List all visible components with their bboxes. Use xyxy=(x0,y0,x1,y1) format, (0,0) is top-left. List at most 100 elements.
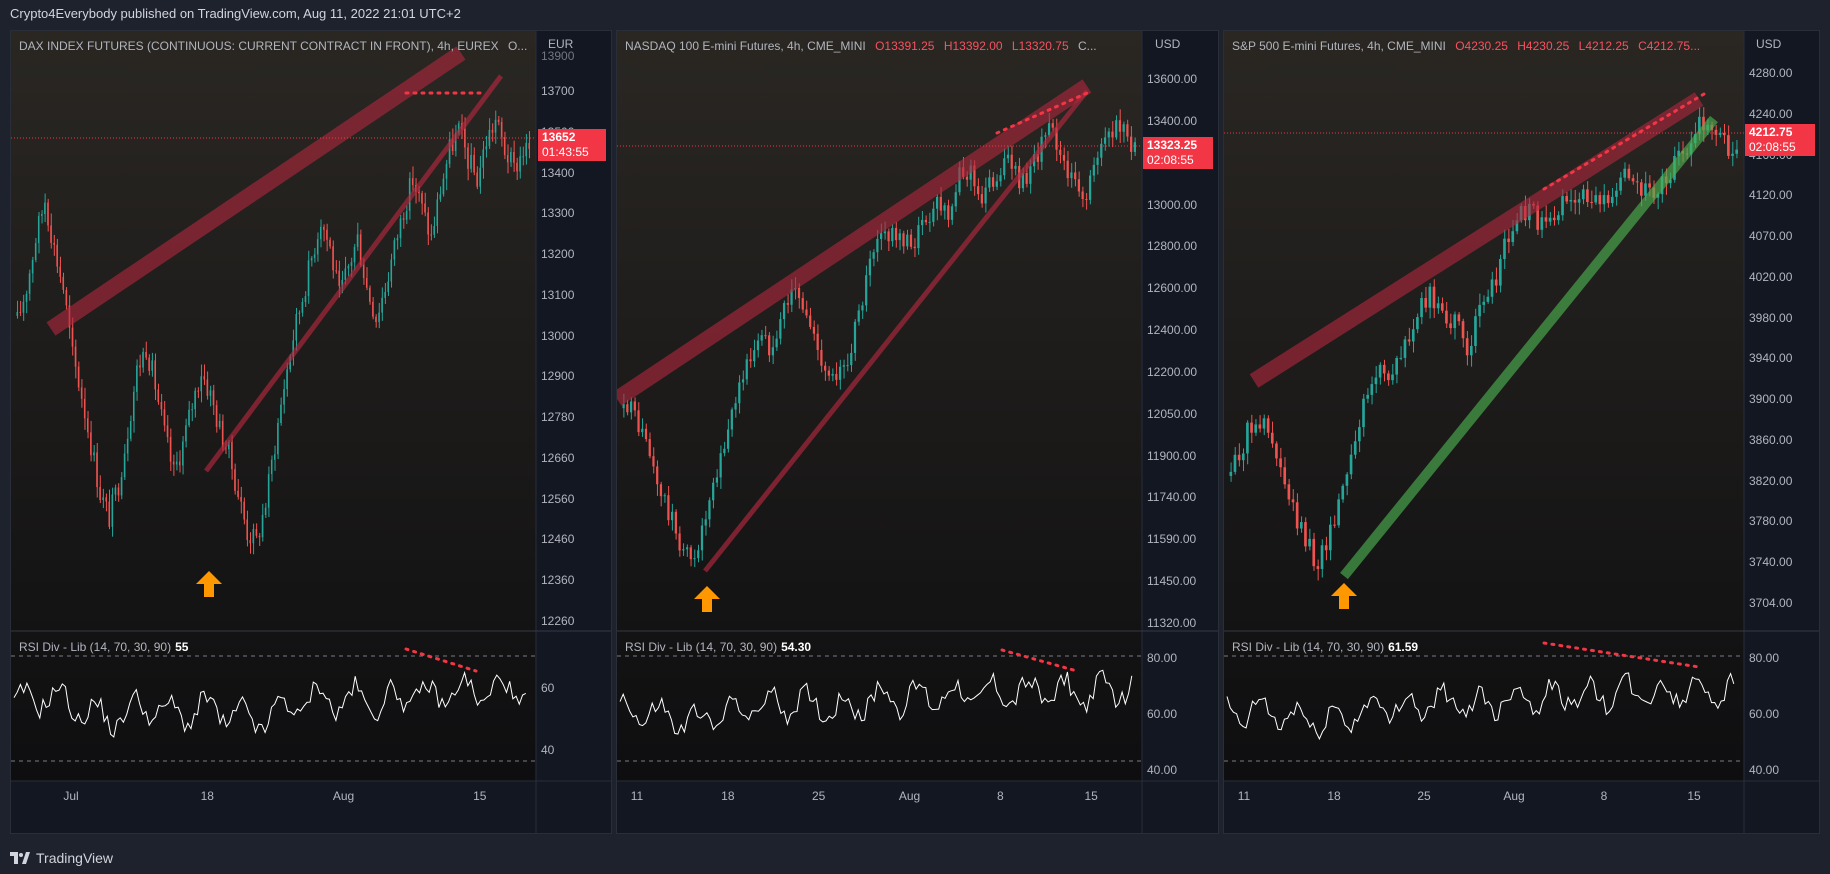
candle-body xyxy=(1088,175,1092,200)
candle-body xyxy=(988,177,991,188)
candle-body xyxy=(924,219,928,223)
candle-body xyxy=(114,487,117,495)
price-tick: 3780.00 xyxy=(1749,514,1793,529)
candle-body xyxy=(433,225,435,235)
price-tick: 13700 xyxy=(541,84,575,98)
candle-body xyxy=(1644,183,1647,196)
chart-canvas-spx[interactable] xyxy=(1224,31,1820,834)
candle-body xyxy=(445,163,448,179)
candle-body xyxy=(117,487,120,496)
candle-body xyxy=(1010,154,1013,169)
candle-body xyxy=(1316,566,1320,569)
chart-panel-nasdaq[interactable]: NASDAQ 100 E-mini Futures, 4h, CME_MINI … xyxy=(616,30,1219,834)
candle-body xyxy=(1312,538,1316,567)
candle-body xyxy=(880,233,883,239)
price-tick: 12780 xyxy=(541,410,575,425)
candle-body xyxy=(528,143,530,149)
candle-body xyxy=(123,453,126,478)
candle-body xyxy=(1561,196,1564,216)
candle-body xyxy=(316,239,319,255)
bar-timer: 02:08:55 xyxy=(1147,153,1194,167)
candle-body xyxy=(1420,298,1423,318)
candle-body xyxy=(1469,345,1473,356)
candle-body xyxy=(700,525,704,551)
candle-body xyxy=(148,357,150,371)
candle-body xyxy=(1494,279,1498,286)
candle-body xyxy=(436,199,439,226)
candle-body xyxy=(921,219,924,226)
candle-body xyxy=(782,303,786,320)
candle-body xyxy=(689,547,692,560)
candle-body xyxy=(1486,296,1490,302)
candle-body xyxy=(768,335,771,356)
candle-body xyxy=(108,501,111,527)
candle-body xyxy=(1291,499,1295,503)
candle-body xyxy=(1631,178,1635,182)
candle-body xyxy=(1735,149,1738,154)
rsi-tick: 80.00 xyxy=(1749,651,1780,665)
candle-body xyxy=(166,425,169,438)
candle-body xyxy=(439,194,442,200)
candle-body xyxy=(525,143,527,157)
candle-body xyxy=(1115,120,1118,138)
candle-body xyxy=(142,351,144,368)
candle-body xyxy=(1714,129,1718,135)
tradingview-footer[interactable]: TradingView xyxy=(10,850,113,866)
time-tick: 15 xyxy=(1084,789,1098,803)
candle-body xyxy=(678,533,681,551)
candle-body xyxy=(1074,172,1077,180)
chart-panel-spx[interactable]: S&P 500 E-mini Futures, 4h, CME_MINI O42… xyxy=(1223,30,1820,834)
candle-body xyxy=(939,196,942,211)
candle-body xyxy=(338,270,340,286)
candle-body xyxy=(1411,329,1415,342)
price-tick: 12560 xyxy=(541,491,575,506)
candle-body xyxy=(1453,314,1457,329)
candle-body xyxy=(356,234,359,247)
chart-canvas-nasdaq[interactable] xyxy=(617,31,1219,834)
legend-high: H13392.00 xyxy=(943,39,1003,53)
chart-canvas-dax[interactable] xyxy=(11,31,612,834)
candle-body xyxy=(1399,357,1403,359)
candle-body xyxy=(384,291,386,298)
candle-body xyxy=(913,246,916,249)
price-tick: 3860.00 xyxy=(1749,432,1793,447)
plot-background xyxy=(11,31,536,781)
candle-body xyxy=(136,365,138,392)
time-tick: Jul xyxy=(63,789,79,803)
candle-body xyxy=(240,496,242,502)
candle-body xyxy=(637,410,640,433)
candle-body xyxy=(295,313,298,341)
candle-body xyxy=(1130,136,1133,152)
candle-body xyxy=(715,477,719,483)
candle-body xyxy=(476,172,478,187)
candle-body xyxy=(827,370,830,376)
last-price-tag: 13652 01:43:55 xyxy=(538,129,606,161)
candle-body xyxy=(304,296,307,303)
chart-panel-dax[interactable]: DAX INDEX FUTURES (CONTINUOUS: CURRENT C… xyxy=(10,30,612,834)
candle-body xyxy=(221,420,224,447)
candle-body xyxy=(984,187,987,204)
candle-body xyxy=(1229,471,1233,476)
price-tick: 3940.00 xyxy=(1749,351,1793,366)
candle-body xyxy=(411,178,414,186)
time-tick: 18 xyxy=(1327,789,1341,803)
candle-body xyxy=(418,191,420,194)
candle-body xyxy=(659,484,663,497)
candle-body xyxy=(93,452,95,456)
candle-body xyxy=(764,335,767,337)
candle-body xyxy=(310,258,313,261)
candle-body xyxy=(1241,453,1245,461)
candle-body xyxy=(771,347,775,356)
candle-body xyxy=(932,208,935,222)
candle-body xyxy=(1449,323,1452,329)
candle-body xyxy=(644,428,648,440)
candle-body xyxy=(1440,303,1444,311)
candle-body xyxy=(835,373,838,380)
candle-body xyxy=(485,146,488,150)
price-tick: 12460 xyxy=(541,532,575,547)
candle-body xyxy=(194,390,196,410)
candle-body xyxy=(1606,195,1610,204)
candle-body xyxy=(87,418,89,433)
candle-body xyxy=(820,350,823,366)
candle-body xyxy=(427,212,429,235)
